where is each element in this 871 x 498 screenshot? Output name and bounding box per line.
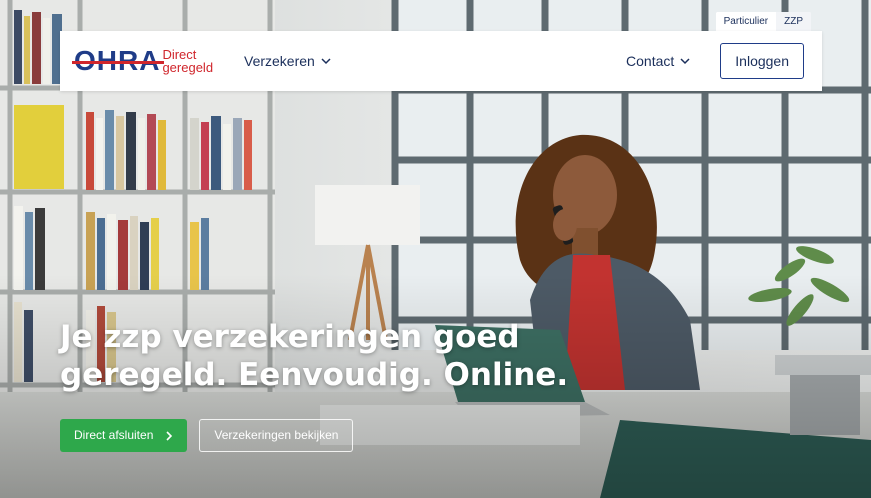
nav-contact[interactable]: Contact <box>626 53 690 69</box>
nav-verzekeren[interactable]: Verzekeren <box>244 53 331 69</box>
login-button[interactable]: Inloggen <box>720 43 804 79</box>
logo-tagline: Direct geregeld <box>162 48 213 74</box>
chevron-right-icon <box>166 430 173 441</box>
site-header: OHRA Direct geregeld Verzekeren Contact … <box>60 31 822 91</box>
chevron-down-icon <box>321 58 331 65</box>
direct-afsluiten-button[interactable]: Direct afsluiten <box>60 419 188 452</box>
direct-afsluiten-label: Direct afsluiten <box>74 428 154 442</box>
verzekeringen-bekijken-button[interactable]: Verzekeringen bekijken <box>199 419 354 452</box>
hero-headline-line1: Je zzp verzekeringen goed <box>60 319 520 355</box>
ohra-logo[interactable]: OHRA Direct geregeld <box>72 41 222 81</box>
logo-line <box>72 61 164 64</box>
hero-headline-line2: geregeld. Eenvoudig. Online. <box>60 357 569 393</box>
chevron-down-icon <box>680 58 690 65</box>
segment-zzp[interactable]: ZZP <box>776 12 811 32</box>
nav-verzekeren-label: Verzekeren <box>244 53 315 69</box>
segment-particulier[interactable]: Particulier <box>715 12 777 32</box>
segment-switch: Particulier ZZP <box>715 12 811 32</box>
nav-contact-label: Contact <box>626 53 675 69</box>
hero-cta-row: Direct afsluiten Verzekeringen bekijken <box>60 419 354 452</box>
logo-tagline-line2: geregeld <box>162 60 214 75</box>
hero-headline: Je zzp verzekeringen goed geregeld. Eenv… <box>60 318 620 394</box>
